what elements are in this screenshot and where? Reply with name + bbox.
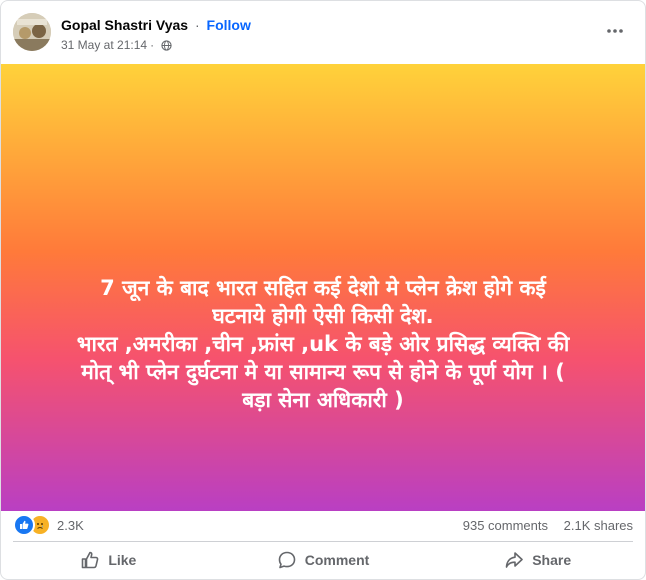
name-separator: · [194,17,200,33]
author-name[interactable]: Gopal Shastri Vyas [61,17,188,33]
post-text: 7 जून के बाद भारत सहित कई देशो मे प्लेन … [31,274,615,414]
post-meta: 31 May at 21:14 · [61,38,172,52]
engagement-stats: 935 comments 2.1K shares [463,518,633,533]
author-line: Gopal Shastri Vyas · Follow [61,17,251,33]
like-label: Like [108,552,137,568]
author-avatar[interactable] [13,13,51,51]
reactions-summary[interactable]: 2.3K [13,513,84,537]
post-timestamp[interactable]: 31 May at 21:14 [61,38,147,52]
shares-count[interactable]: 2.1K shares [564,518,633,533]
post-background[interactable]: 7 जून के बाद भारत सहित कई देशो मे प्लेन … [1,64,645,511]
follow-button[interactable]: Follow [207,17,251,33]
share-button[interactable]: Share [430,545,645,575]
thumbs-up-icon [82,551,99,569]
like-reaction-icon [13,514,35,536]
comment-label: Comment [304,552,370,568]
post-actions: Like Comment Share [1,545,645,575]
comments-count[interactable]: 935 comments [463,518,548,533]
globe-icon[interactable] [161,39,172,51]
post-text-line: बड़ा सेना अधिकारी ) [242,388,404,412]
post-text-line: 7 जून के बाद भारत सहित कई देशो मे प्लेन … [100,276,546,300]
comment-button[interactable]: Comment [216,545,431,575]
like-button[interactable]: Like [1,545,216,575]
post-text-line: घटनाये होगी ऐसी किसी देश. [212,304,434,328]
post-header: Gopal Shastri Vyas · Follow 31 May at 21… [1,1,645,61]
actions-divider [13,541,633,542]
share-label: Share [532,552,572,568]
post-text-line: भारत ,अमरीका ,चीन ,फ्रांस ,uk के बड़े ओर… [76,332,570,356]
timestamp-separator: · [150,38,155,52]
post-card: Gopal Shastri Vyas · Follow 31 May at 21… [0,0,646,580]
comment-icon [278,551,296,569]
reaction-count[interactable]: 2.3K [57,518,84,533]
share-icon [505,552,524,568]
post-text-line: मोत् भी प्लेन दुर्घटना मे या सामान्य रूप… [81,360,565,384]
more-horizontal-icon[interactable] [605,23,625,39]
